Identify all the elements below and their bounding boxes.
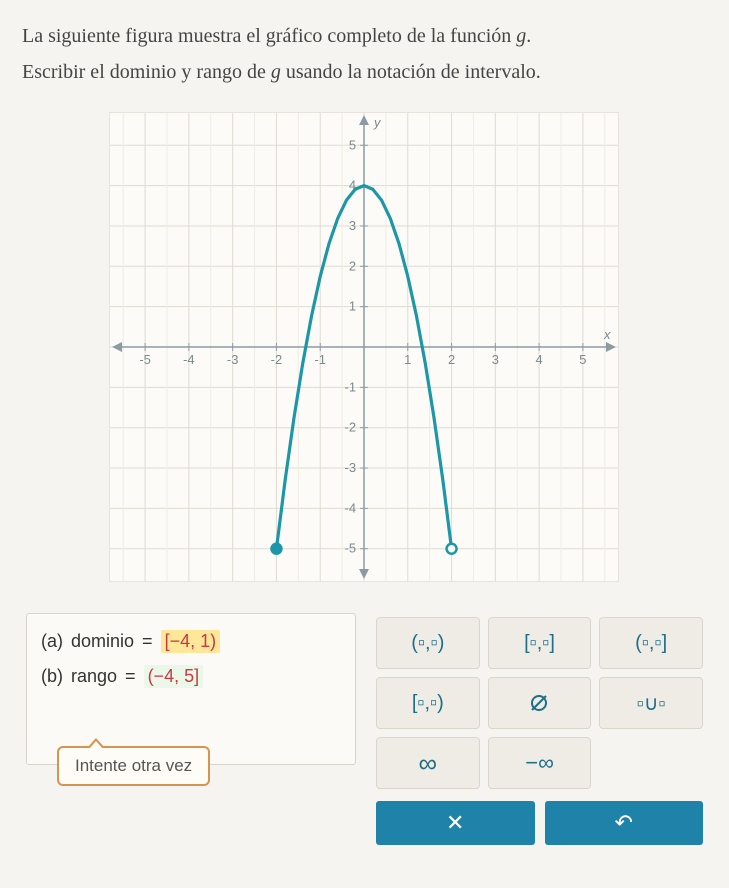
key-closed-closed[interactable]: [▫,▫] bbox=[488, 617, 592, 669]
svg-text:3: 3 bbox=[348, 218, 355, 233]
key-open-open[interactable]: (▫,▫) bbox=[376, 617, 480, 669]
svg-text:y: y bbox=[372, 115, 381, 130]
undo-icon: ↶ bbox=[615, 810, 633, 836]
clear-button[interactable]: ✕ bbox=[376, 801, 535, 845]
svg-text:1: 1 bbox=[404, 352, 411, 367]
q-line2-b: usando la notación de intervalo. bbox=[281, 61, 541, 83]
svg-text:5: 5 bbox=[579, 352, 586, 367]
eq-b: = bbox=[125, 666, 136, 687]
svg-text:2: 2 bbox=[447, 352, 454, 367]
key-union[interactable]: ▫∪▫ bbox=[599, 677, 703, 729]
function-graph: -5-4-3-2-112345-5-4-3-2-112345 y x bbox=[109, 112, 619, 582]
svg-text:2: 2 bbox=[348, 258, 355, 273]
domain-value[interactable]: [−4, 1) bbox=[161, 630, 221, 653]
svg-text:-1: -1 bbox=[314, 352, 326, 367]
svg-text:-2: -2 bbox=[344, 420, 356, 435]
key-closed-open[interactable]: [▫,▫) bbox=[376, 677, 480, 729]
svg-text:-4: -4 bbox=[183, 352, 195, 367]
eq-a: = bbox=[142, 631, 153, 652]
svg-text:-4: -4 bbox=[344, 500, 356, 515]
q-line1-b: . bbox=[526, 25, 531, 47]
domain-label: dominio bbox=[71, 631, 134, 652]
svg-text:5: 5 bbox=[348, 137, 355, 152]
svg-text:4: 4 bbox=[535, 352, 542, 367]
answer-panel: (a) dominio = [−4, 1) (b) rango = (−4, 5… bbox=[26, 613, 356, 765]
svg-text:1: 1 bbox=[348, 299, 355, 314]
svg-text:-3: -3 bbox=[226, 352, 238, 367]
range-value[interactable]: (−4, 5] bbox=[144, 665, 204, 688]
svg-text:-5: -5 bbox=[139, 352, 151, 367]
q-line2-a: Escribir el dominio y rango de bbox=[22, 61, 271, 83]
svg-text:-1: -1 bbox=[344, 379, 356, 394]
key-empty-set[interactable] bbox=[488, 677, 592, 729]
q-fn-2: g bbox=[271, 61, 281, 83]
undo-button[interactable]: ↶ bbox=[545, 801, 704, 845]
question-text: La siguiente figura muestra el gráfico c… bbox=[22, 18, 707, 90]
key-open-closed[interactable]: (▫,▫] bbox=[599, 617, 703, 669]
part-a: (a) bbox=[41, 631, 63, 652]
x-icon: ✕ bbox=[446, 810, 464, 836]
chart-container: -5-4-3-2-112345-5-4-3-2-112345 y x bbox=[105, 108, 625, 591]
part-b: (b) bbox=[41, 666, 63, 687]
keypad: (▫,▫) [▫,▫] (▫,▫] [▫,▫) ▫∪▫ ∞ −∞ ✕ ↶ bbox=[376, 613, 703, 845]
feedback-bubble: Intente otra vez bbox=[57, 746, 210, 786]
empty-set-icon bbox=[528, 692, 550, 714]
svg-text:3: 3 bbox=[491, 352, 498, 367]
q-line1-a: La siguiente figura muestra el gráfico c… bbox=[22, 25, 516, 47]
range-label: rango bbox=[71, 666, 117, 687]
q-fn-1: g bbox=[516, 25, 526, 47]
key-infinity[interactable]: ∞ bbox=[376, 737, 480, 789]
svg-text:-3: -3 bbox=[344, 460, 356, 475]
svg-text:x: x bbox=[602, 327, 610, 342]
svg-text:-2: -2 bbox=[270, 352, 282, 367]
feedback-text: Intente otra vez bbox=[57, 746, 210, 786]
key-neg-infinity[interactable]: −∞ bbox=[488, 737, 592, 789]
svg-text:-5: -5 bbox=[344, 541, 356, 556]
